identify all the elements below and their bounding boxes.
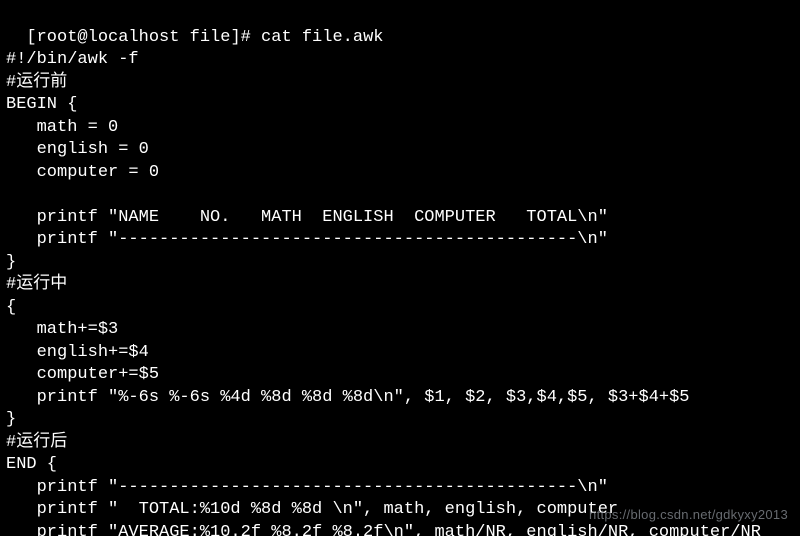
output-line: printf "%-6s %-6s %4d %8d %8d %8d\n", $1…	[6, 388, 690, 407]
output-line: }	[6, 253, 16, 272]
output-line: }	[6, 410, 16, 429]
output-line: printf " TOTAL:%10d %8d %8d \n", math, e…	[6, 500, 618, 519]
output-line: #运行后	[6, 433, 67, 452]
output-line: computer = 0	[6, 163, 159, 182]
terminal-window[interactable]: [root@localhost file]# cat file.awk #!/b…	[0, 0, 800, 536]
output-line: BEGIN {	[6, 95, 77, 114]
output-line: printf "NAME NO. MATH ENGLISH COMPUTER T…	[6, 208, 608, 227]
output-line: printf "--------------------------------…	[6, 478, 608, 497]
command-text: cat file.awk	[261, 28, 383, 47]
shell-prompt: [root@localhost file]#	[26, 28, 261, 47]
output-line: #运行中	[6, 275, 67, 294]
output-line: END {	[6, 455, 57, 474]
output-line: math+=$3	[6, 320, 118, 339]
output-line: english+=$4	[6, 343, 149, 362]
output-line: english = 0	[6, 140, 149, 159]
output-line: printf "--------------------------------…	[6, 230, 608, 249]
watermark-text: https://blog.csdn.net/gdkyxy2013	[589, 504, 788, 527]
output-line: {	[6, 298, 16, 317]
output-line: computer+=$5	[6, 365, 159, 384]
output-line: #!/bin/awk -f	[6, 50, 139, 69]
output-line: math = 0	[6, 118, 118, 137]
output-line: #运行前	[6, 73, 67, 92]
